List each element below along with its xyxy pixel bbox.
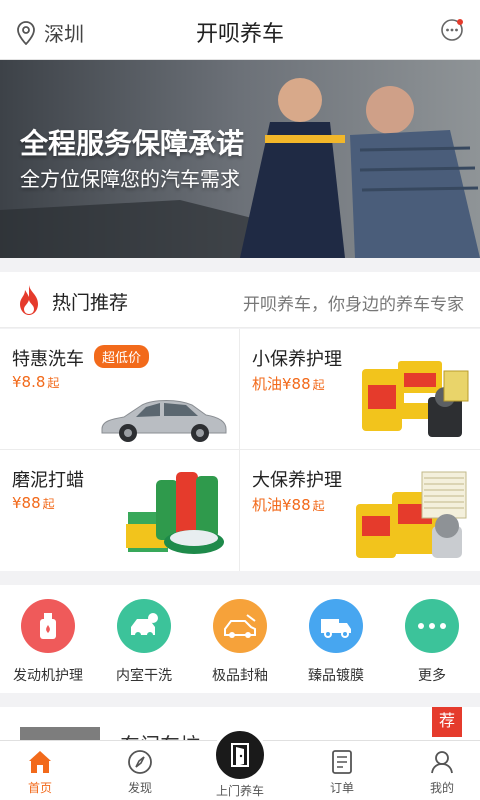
product-grid: 特惠洗车 超低价 ¥8.8 起 小保养护理 机油¥88 起 磨泥打蜡 ¥88 起… [0,329,480,571]
price-unit: 起 [312,378,325,392]
product-title: 大保养护理 [252,470,342,491]
coating-truck-icon [309,599,363,653]
engine-oil-icon [21,599,75,653]
page-title: 开呗养车 [195,22,284,47]
service-shortcuts: 发动机护理 内室干洗 极品封釉 臻品镀膜 更多 [0,585,480,693]
service-glaze[interactable]: 极品封釉 [192,599,288,685]
service-label: 更多 [418,668,446,684]
order-list-icon [332,750,352,774]
home-icon [29,751,51,773]
promo-banner[interactable]: 全程服务保障承诺 全方位保障您的汽车需求 [0,60,480,258]
glaze-car-icon [213,599,267,653]
price-unit: 起 [47,376,60,390]
user-icon [431,751,453,774]
top-bar: 深圳 开呗养车 [0,0,480,60]
service-more[interactable]: 更多 [384,599,480,685]
recommend-tag: 荐 [432,707,462,737]
tab-label-home-service: 上门养车 [215,784,264,798]
compass-icon [128,750,152,774]
hot-recommend-title: 热门推荐 [52,292,129,314]
door-icon [231,743,249,767]
product-title: 磨泥打蜡 [12,470,84,491]
service-coating[interactable]: 臻品镀膜 [288,599,384,685]
product-card-car-wash[interactable]: 特惠洗车 超低价 ¥8.8 起 [0,329,240,450]
service-engine-care[interactable]: 发动机护理 [0,599,96,685]
product-card-polish-wax[interactable]: 磨泥打蜡 ¥88 起 [0,450,240,571]
hot-recommend-header: 热门推荐 开呗养车，你身边的养车专家 [0,272,480,328]
product-title: 特惠洗车 [12,349,84,370]
price-unit: 起 [42,497,55,511]
more-options-icon[interactable] [440,18,464,42]
tab-label: 我的 [429,781,454,795]
service-interior-clean[interactable]: 内室干洗 [96,599,192,685]
banner-subtitle: 全方位保障您的汽车需求 [20,167,240,191]
price-value: ¥88 [282,375,311,393]
app-screen: 深圳 开呗养车 全程服务保障承诺 全方位保障您的汽车需求 热门推荐 开呗养车，你… [0,0,480,800]
car-image [101,400,227,442]
tab-discover[interactable]: 发现 [100,749,180,796]
tab-label: 首页 [27,781,52,795]
price-badge: 超低价 [94,345,150,368]
tab-orders[interactable]: 订单 [302,749,382,796]
product-price: ¥88 起 [12,494,55,512]
tab-label: 订单 [329,781,354,795]
service-label: 发动机护理 [13,668,83,684]
service-label: 极品封釉 [212,668,268,684]
product-title: 小保养护理 [252,349,342,370]
tab-profile[interactable]: 我的 [402,749,480,796]
price-prefix: 机油 [252,375,283,393]
service-label: 臻品镀膜 [308,668,364,684]
interior-clean-icon [117,599,171,653]
price-value: ¥8.8 [12,373,46,391]
product-price: 机油¥88 起 [252,494,325,515]
tab-home-service-button[interactable] [213,728,267,782]
product-card-minor-maintenance[interactable]: 小保养护理 机油¥88 起 [240,329,480,450]
tab-label: 发现 [127,781,152,795]
wax-products-image [126,472,224,554]
fire-icon [20,285,38,315]
price-value: ¥88 [12,494,41,512]
more-dots-icon [405,599,459,653]
price-prefix: 机油 [252,496,283,514]
product-price: 机油¥88 起 [252,373,325,394]
oil-products-image [362,361,469,437]
service-label: 内室干洗 [116,668,172,684]
banner-title: 全程服务保障承诺 [20,127,245,160]
price-unit: 起 [312,499,325,513]
hot-recommend-slogan: 开呗养车，你身边的养车专家 [243,295,464,315]
oil-filter-products-image [356,471,467,558]
product-card-major-maintenance[interactable]: 大保养护理 机油¥88 起 [240,450,480,571]
price-value: ¥88 [282,496,311,514]
tab-home[interactable]: 首页 [0,749,80,796]
product-price: ¥8.8 起 [12,373,59,391]
